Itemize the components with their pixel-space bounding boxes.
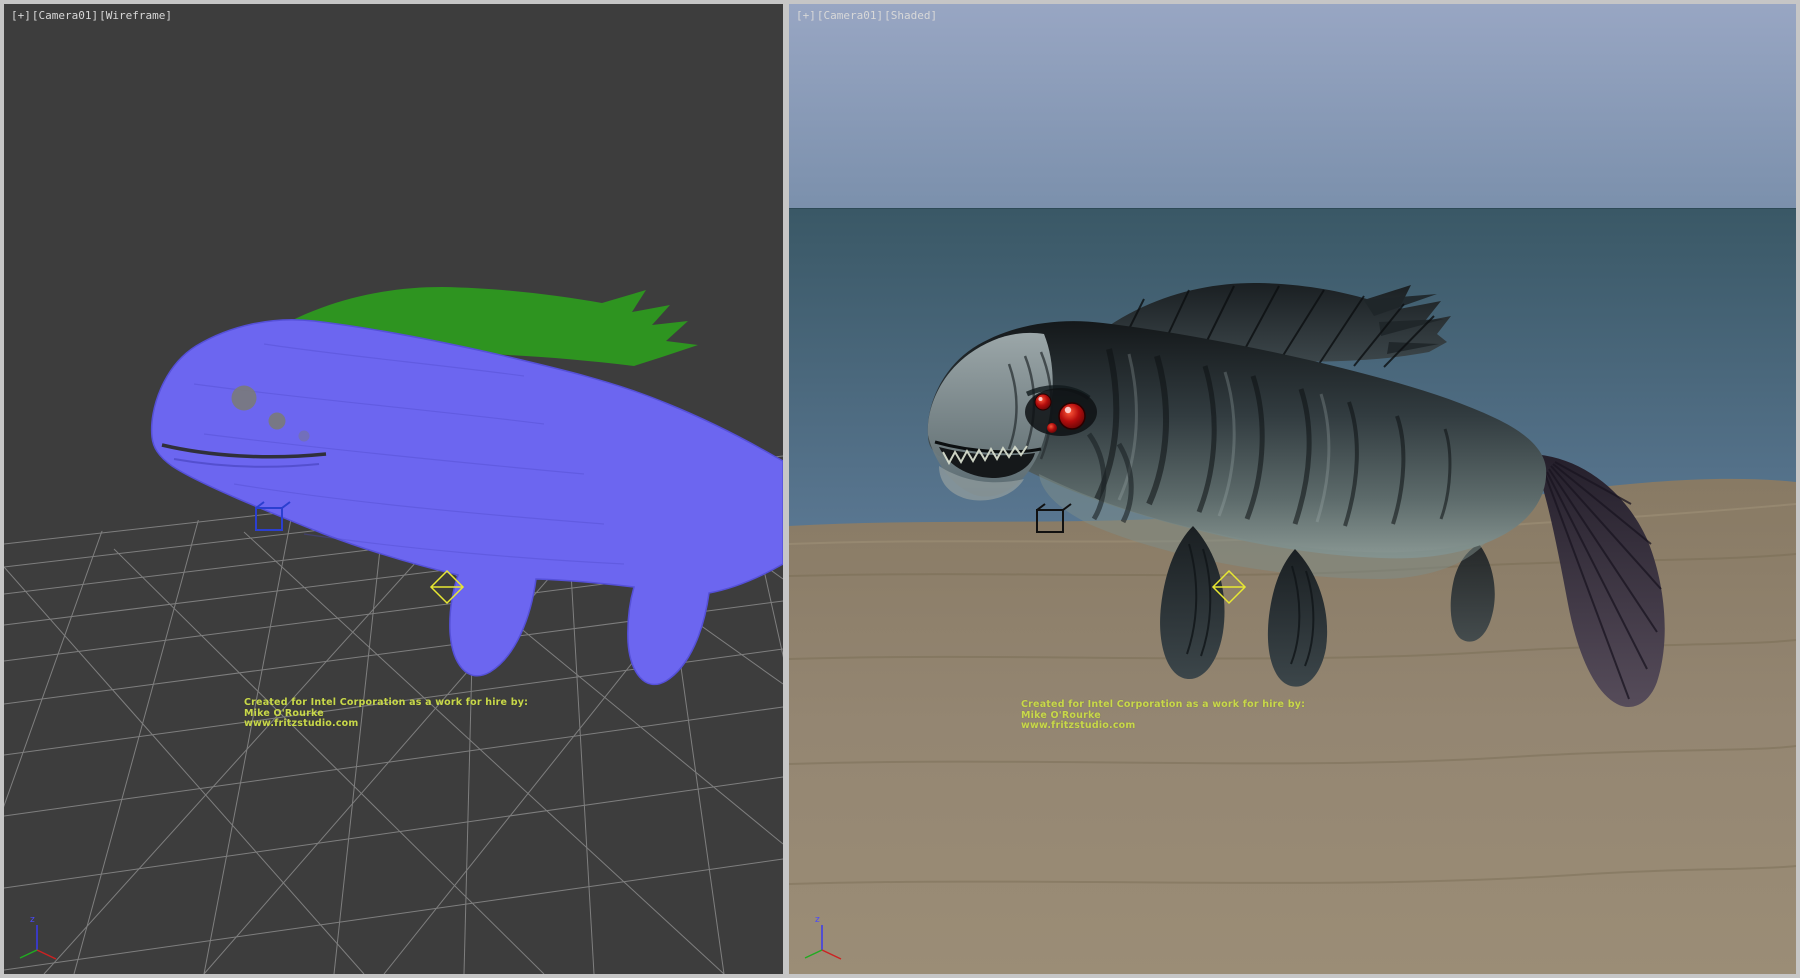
axis-z-label: z xyxy=(815,915,820,925)
transform-gizmo[interactable] xyxy=(431,571,463,603)
viewport-menu-button[interactable]: [+] xyxy=(796,9,816,22)
axis-x-line xyxy=(37,950,56,959)
viewport-overlays-right xyxy=(789,4,1796,974)
viewport-area: [+][Camera01][Wireframe] xyxy=(0,0,1800,978)
watermark-line-1: Created for Intel Corporation as a work … xyxy=(244,698,528,709)
axis-y-line xyxy=(805,950,822,958)
dummy-helper-box[interactable] xyxy=(256,502,290,530)
watermark-line-3: www.fritzstudio.com xyxy=(244,719,528,730)
watermark-line-1: Created for Intel Corporation as a work … xyxy=(1021,700,1305,711)
world-axis-tripod: z xyxy=(10,908,70,968)
axis-z-label: z xyxy=(30,915,35,925)
axis-y-line xyxy=(20,950,37,958)
viewport-camera01-shaded[interactable]: [+][Camera01][Shaded] xyxy=(789,4,1796,974)
watermark-text: Created for Intel Corporation as a work … xyxy=(244,698,528,730)
dummy-helper-box[interactable] xyxy=(1037,504,1071,532)
viewport-camera-label[interactable]: [Camera01] xyxy=(817,9,883,22)
viewport-camera-label[interactable]: [Camera01] xyxy=(32,9,98,22)
viewport-shading-mode-label[interactable]: [Wireframe] xyxy=(99,9,172,22)
viewport-overlays-left xyxy=(4,4,783,974)
viewport-shading-mode-label[interactable]: [Shaded] xyxy=(884,9,937,22)
watermark-text: Created for Intel Corporation as a work … xyxy=(1021,700,1305,732)
axis-x-line xyxy=(822,950,841,959)
world-axis-tripod: z xyxy=(795,908,855,968)
viewport-menu-button[interactable]: [+] xyxy=(11,9,31,22)
transform-gizmo[interactable] xyxy=(1213,571,1245,603)
viewport-label: [+][Camera01][Wireframe] xyxy=(11,9,173,22)
viewport-camera01-wireframe[interactable]: [+][Camera01][Wireframe] xyxy=(4,4,783,974)
viewport-label: [+][Camera01][Shaded] xyxy=(796,9,938,22)
watermark-line-3: www.fritzstudio.com xyxy=(1021,721,1305,732)
